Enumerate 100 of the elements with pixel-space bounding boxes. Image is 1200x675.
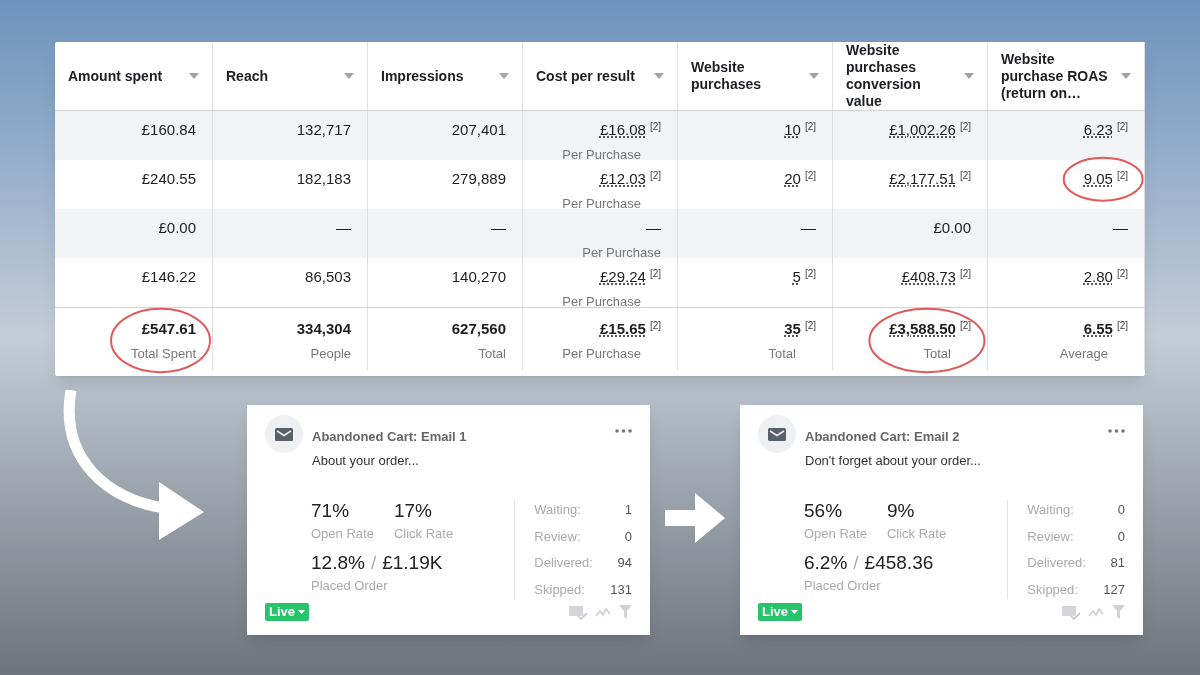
cell-value: 207,401	[451, 120, 506, 140]
cell-caption: People	[310, 344, 351, 363]
column-header[interactable]: Amount spent	[55, 42, 213, 110]
cell-caption: Total	[923, 344, 951, 363]
more-options-icon[interactable]	[1108, 429, 1125, 433]
cell-value: —	[1113, 218, 1128, 238]
footnote-mark: [2]	[649, 169, 661, 183]
footnote-mark: [2]	[1116, 319, 1128, 333]
sort-caret-icon[interactable]	[1121, 73, 1131, 79]
cell-value: —	[491, 218, 506, 238]
cell-value: 2.80	[1083, 267, 1113, 287]
count-value: 0	[624, 527, 632, 546]
cell-value: 5	[792, 267, 801, 287]
sort-caret-icon[interactable]	[189, 73, 199, 79]
cell-value: £3,588.50	[889, 319, 956, 339]
trend-icon[interactable]	[1088, 607, 1104, 617]
stat-value: 56%	[804, 500, 844, 522]
right-arrow	[665, 493, 725, 543]
cell-value: —	[646, 218, 661, 238]
trend-icon[interactable]	[595, 607, 611, 617]
cell-value: 132,717	[296, 120, 351, 140]
cell-caption: Total	[478, 344, 506, 363]
count-value: 94	[617, 554, 632, 572]
stat-label: Placed Order	[311, 576, 389, 595]
cell-value: 20	[784, 169, 801, 189]
sort-caret-icon[interactable]	[344, 73, 354, 79]
filter-icon[interactable]	[619, 605, 632, 619]
footnote-mark: [2]	[1116, 120, 1128, 134]
count-label: Skipped:	[1027, 580, 1078, 599]
footnote-mark: [2]	[804, 267, 816, 281]
footnote-mark: [2]	[1116, 169, 1128, 183]
count-label: Review:	[534, 527, 581, 546]
separator-slash: /	[853, 551, 859, 574]
sort-caret-icon[interactable]	[964, 73, 974, 79]
column-header[interactable]: Cost per result	[523, 42, 678, 110]
cell-value: —	[801, 218, 816, 238]
cell-value: £160.84	[141, 120, 196, 140]
stat-label: Click Rate	[393, 525, 454, 543]
cell-value: £2,177.51	[889, 169, 956, 189]
sort-caret-icon[interactable]	[499, 73, 509, 79]
cell-value: 9.05	[1083, 169, 1113, 189]
filter-icon[interactable]	[1112, 605, 1125, 619]
cell-value: £0.00	[158, 218, 196, 238]
cell-value: £1,002.26	[889, 120, 956, 140]
cell-caption: Per Purchase	[562, 344, 641, 363]
cell-value: 6.23	[1083, 120, 1113, 140]
column-header[interactable]: Website purchases	[678, 42, 833, 110]
column-header[interactable]: Website purchase ROAS (return on…	[988, 42, 1145, 110]
order-revenue: £458.36	[864, 551, 934, 574]
cell-value: 627,560	[451, 319, 506, 339]
cell-value: —	[336, 218, 351, 238]
cell-value: £408.73	[901, 267, 956, 287]
count-label: Delivered:	[534, 554, 593, 572]
stat-label: Open Rate	[804, 525, 867, 543]
cell-value: 35	[784, 319, 801, 339]
caret-icon	[298, 610, 305, 614]
count-value: 81	[1110, 554, 1125, 572]
footnote-mark: [2]	[959, 319, 971, 333]
cell-caption: Per Purchase	[582, 243, 661, 262]
column-header[interactable]: Impressions	[368, 42, 523, 110]
more-options-icon[interactable]	[615, 429, 632, 433]
order-revenue: £1.19K	[382, 551, 443, 574]
stat-value: 17%	[393, 500, 433, 522]
mail-check-icon[interactable]	[1062, 604, 1080, 620]
cell-caption: Per Purchase	[562, 145, 641, 164]
footnote-mark: [2]	[804, 319, 816, 333]
stat-label: Click Rate	[886, 525, 947, 543]
count-label: Skipped:	[534, 580, 585, 599]
sort-caret-icon[interactable]	[809, 73, 819, 79]
cell-caption: Average	[1059, 344, 1108, 363]
cell-caption: Per Purchase	[562, 292, 641, 311]
footnote-mark: [2]	[804, 120, 816, 134]
footnote-mark: [2]	[959, 267, 971, 281]
count-value: 131	[610, 580, 632, 599]
cell-value: 86,503	[305, 267, 351, 287]
count-value: 0	[1117, 527, 1125, 546]
cell-caption: Total	[768, 344, 796, 363]
envelope-icon	[758, 415, 796, 453]
cell-value: 6.55	[1083, 319, 1113, 339]
count-value: 127	[1103, 580, 1125, 599]
cell-value: £15.65	[600, 319, 646, 339]
cell-value: £240.55	[141, 169, 196, 189]
sort-caret-icon[interactable]	[654, 73, 664, 79]
email-title: Abandoned Cart: Email 2	[805, 428, 961, 446]
cell-value: 10	[784, 120, 801, 140]
cell-value: £29.24	[600, 267, 646, 287]
column-header[interactable]: Website purchases conversion value	[833, 42, 988, 110]
stat-label: Placed Order	[804, 576, 882, 595]
footnote-mark: [2]	[959, 169, 971, 183]
mail-check-icon[interactable]	[569, 604, 587, 620]
cell-value: 182,183	[296, 169, 351, 189]
cell-caption: Per Purchase	[562, 194, 641, 213]
count-value: 0	[1117, 501, 1125, 519]
cell-value: 279,889	[451, 169, 506, 189]
column-header[interactable]: Reach	[213, 42, 368, 110]
order-rate: 12.8%	[311, 551, 365, 574]
email-title: Abandoned Cart: Email 1	[312, 428, 468, 446]
cell-value: £16.08	[600, 120, 646, 140]
stat-value: 71%	[311, 500, 351, 522]
footnote-mark: [2]	[804, 169, 816, 183]
